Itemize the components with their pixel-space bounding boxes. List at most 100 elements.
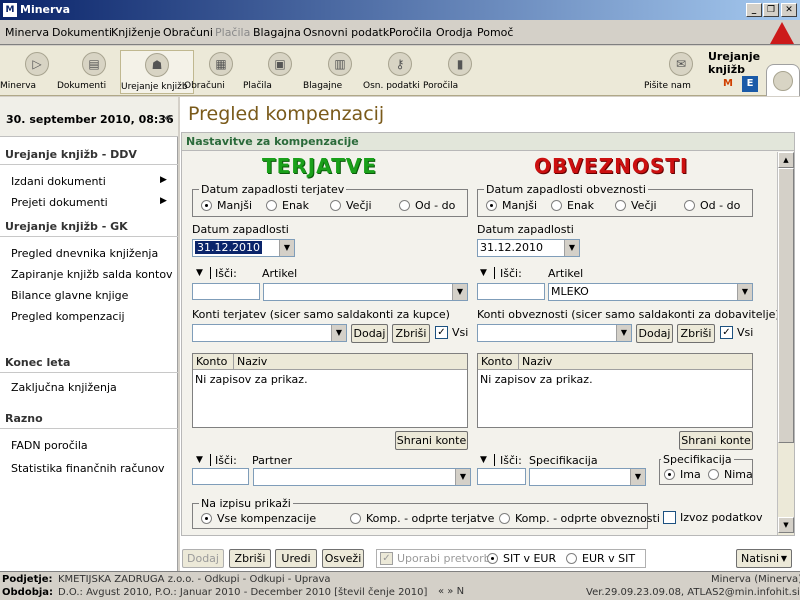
- nav-item-zakljucna[interactable]: Zaključna knjiženja: [11, 381, 117, 394]
- restore-button[interactable]: ❐: [763, 3, 779, 17]
- menu-orodja[interactable]: Orodja: [436, 26, 472, 39]
- article-select-left[interactable]: ▼: [263, 283, 468, 301]
- menu-pomoc[interactable]: Pomoč: [477, 26, 513, 39]
- magento-icon[interactable]: M: [720, 76, 736, 92]
- nav-item-zapiranje-knjizb[interactable]: Zapiranje knjižb salda kontov: [11, 268, 173, 281]
- radio-odprte-terjatve[interactable]: Komp. - odprte terjatve: [350, 512, 494, 525]
- collapse-icon[interactable]: «: [164, 111, 172, 126]
- dropdown-arrow-icon[interactable]: ▼: [564, 240, 579, 256]
- scroll-down-icon[interactable]: ▼: [778, 517, 794, 533]
- specification-group: Specifikacija Ima Nima: [659, 453, 753, 485]
- radio-eur-v-sit[interactable]: EUR v SIT: [566, 552, 635, 565]
- dropdown-arrow-icon[interactable]: ▼: [331, 325, 346, 341]
- radio-nima[interactable]: Nima: [708, 468, 753, 481]
- menu-porocila[interactable]: Poročila: [389, 26, 432, 39]
- add-button[interactable]: Dodaj: [182, 549, 224, 568]
- radio-manjsi-left[interactable]: Manjši: [201, 199, 252, 212]
- filter-dropdown-icon[interactable]: ▼: [480, 455, 487, 465]
- scroll-thumb[interactable]: [778, 168, 794, 443]
- app-icon[interactable]: M: [3, 3, 17, 17]
- search-input-left[interactable]: [192, 283, 260, 300]
- delete-button[interactable]: Zbriši: [229, 549, 271, 568]
- edit-button[interactable]: Uredi: [275, 549, 317, 568]
- export-checkbox[interactable]: [663, 511, 676, 524]
- konti-select-left[interactable]: ▼: [192, 324, 347, 342]
- konti-grid-left[interactable]: Konto Naziv Ni zapisov za prikaz.: [192, 353, 468, 428]
- delete-konto-button-right[interactable]: Zbriši: [677, 324, 715, 343]
- nav-item-bilance[interactable]: Bilance glavne knjige: [11, 289, 128, 302]
- menu-osnovni-podatki[interactable]: Osnovni podatki: [303, 26, 392, 39]
- radio-sit-v-eur[interactable]: SIT v EUR: [487, 552, 556, 565]
- menu-blagajna[interactable]: Blagajna: [253, 26, 301, 39]
- search-input-spec[interactable]: [477, 468, 526, 485]
- radio-odprte-obveznosti[interactable]: Komp. - odprte obveznosti: [499, 512, 660, 525]
- radio-manjsi-right[interactable]: Manjši: [486, 199, 537, 212]
- delete-konto-button-left[interactable]: Zbriši: [392, 324, 430, 343]
- filter-dropdown-icon[interactable]: ▼: [480, 268, 487, 278]
- radio-enak-left[interactable]: Enak: [266, 199, 309, 212]
- date-picker-right[interactable]: 31.12.2010 ▼: [477, 239, 580, 257]
- column-konto[interactable]: Konto: [481, 355, 512, 368]
- menu-dokumenti[interactable]: Dokumenti: [52, 26, 112, 39]
- column-konto[interactable]: Konto: [196, 355, 227, 368]
- partner-select[interactable]: ▼: [253, 468, 471, 486]
- save-konti-button-left[interactable]: Shrani konte: [395, 431, 468, 450]
- radio-od-do-left[interactable]: Od - do: [399, 199, 455, 212]
- dropdown-arrow-icon[interactable]: ▼: [737, 284, 752, 300]
- all-checkbox-right[interactable]: ✓: [720, 326, 733, 339]
- konti-select-right[interactable]: ▼: [477, 324, 632, 342]
- use-conversion-checkbox[interactable]: ✓: [380, 552, 393, 565]
- radio-vecji-left[interactable]: Večji: [330, 199, 372, 212]
- close-button[interactable]: ✕: [781, 3, 797, 17]
- column-naziv[interactable]: Naziv: [237, 355, 267, 368]
- radio-enak-right[interactable]: Enak: [551, 199, 594, 212]
- nav-item-statistika[interactable]: Statistika finančnih računov: [11, 462, 165, 475]
- refresh-button[interactable]: Osveži: [322, 549, 364, 568]
- radio-vecji-right[interactable]: Večji: [615, 199, 657, 212]
- menu-knjizenje[interactable]: Knjiženje: [111, 26, 161, 39]
- vertical-scrollbar[interactable]: ▲ ▼: [777, 152, 794, 535]
- menu-minerva[interactable]: Minerva: [5, 26, 49, 39]
- record-navigation[interactable]: « » N: [438, 586, 464, 597]
- radio-od-do-right[interactable]: Od - do: [684, 199, 740, 212]
- nav-item-prejeti-dokumenti[interactable]: Prejeti dokumenti: [11, 196, 108, 209]
- menu-placila[interactable]: Plačila: [215, 26, 250, 39]
- specification-select[interactable]: ▼: [529, 468, 646, 486]
- radio-ima[interactable]: Ima: [664, 468, 701, 481]
- add-konto-button-right[interactable]: Dodaj: [636, 324, 673, 343]
- panel-header: Nastavitve za kompenzacije: [182, 133, 794, 151]
- menu-obracuni[interactable]: Obračuni: [163, 26, 213, 39]
- konti-grid-right[interactable]: Konto Naziv Ni zapisov za prikaz.: [477, 353, 753, 428]
- date-picker-left[interactable]: 31.12.2010 ▼: [192, 239, 295, 257]
- dropdown-arrow-icon[interactable]: ▼: [630, 469, 645, 485]
- toolbar-label: Dokumenti: [57, 81, 107, 91]
- excel-icon[interactable]: E: [742, 76, 758, 92]
- module-tab[interactable]: [766, 64, 800, 96]
- dropdown-arrow-icon[interactable]: ▼: [279, 240, 294, 256]
- filter-dropdown-icon[interactable]: ▼: [196, 268, 203, 278]
- dropdown-arrow-icon[interactable]: ▼: [455, 469, 470, 485]
- date-label-left: Datum zapadlosti: [192, 223, 289, 236]
- minimize-button[interactable]: _: [746, 3, 762, 17]
- print-button[interactable]: Natisni ▼: [736, 549, 792, 568]
- dropdown-arrow-icon[interactable]: ▼: [452, 284, 467, 300]
- toolbar-pisite-nam-button[interactable]: ✉ Pišite nam: [644, 50, 718, 94]
- column-naziv[interactable]: Naziv: [522, 355, 552, 368]
- save-konti-button-right[interactable]: Shrani konte: [679, 431, 753, 450]
- article-select-right[interactable]: MLEKO ▼: [548, 283, 753, 301]
- search-input-right[interactable]: [477, 283, 545, 300]
- search-input-partner[interactable]: [192, 468, 249, 485]
- add-konto-button-left[interactable]: Dodaj: [351, 324, 388, 343]
- nav-item-pregled-dnevnika[interactable]: Pregled dnevnika knjiženja: [11, 247, 158, 260]
- filter-dropdown-icon[interactable]: ▼: [196, 455, 203, 465]
- nav-item-pregled-kompenzacij[interactable]: Pregled kompenzacij: [11, 310, 125, 323]
- nav-item-fadn[interactable]: FADN poročila: [11, 439, 88, 452]
- toolbar-urejanje-button[interactable]: ☗ Urejanje knjižb: [120, 50, 194, 94]
- radio-vse-kompenzacije[interactable]: Vse kompenzacije: [201, 512, 316, 525]
- dropdown-arrow-icon[interactable]: ▼: [616, 325, 631, 341]
- toolbar-porocila-button[interactable]: ▮ Poročila: [423, 50, 497, 94]
- scroll-up-icon[interactable]: ▲: [778, 152, 794, 168]
- group-legend: Datum zapadlosti terjatev: [199, 183, 347, 196]
- all-checkbox-left[interactable]: ✓: [435, 326, 448, 339]
- nav-item-izdani-dokumenti[interactable]: Izdani dokumenti: [11, 175, 106, 188]
